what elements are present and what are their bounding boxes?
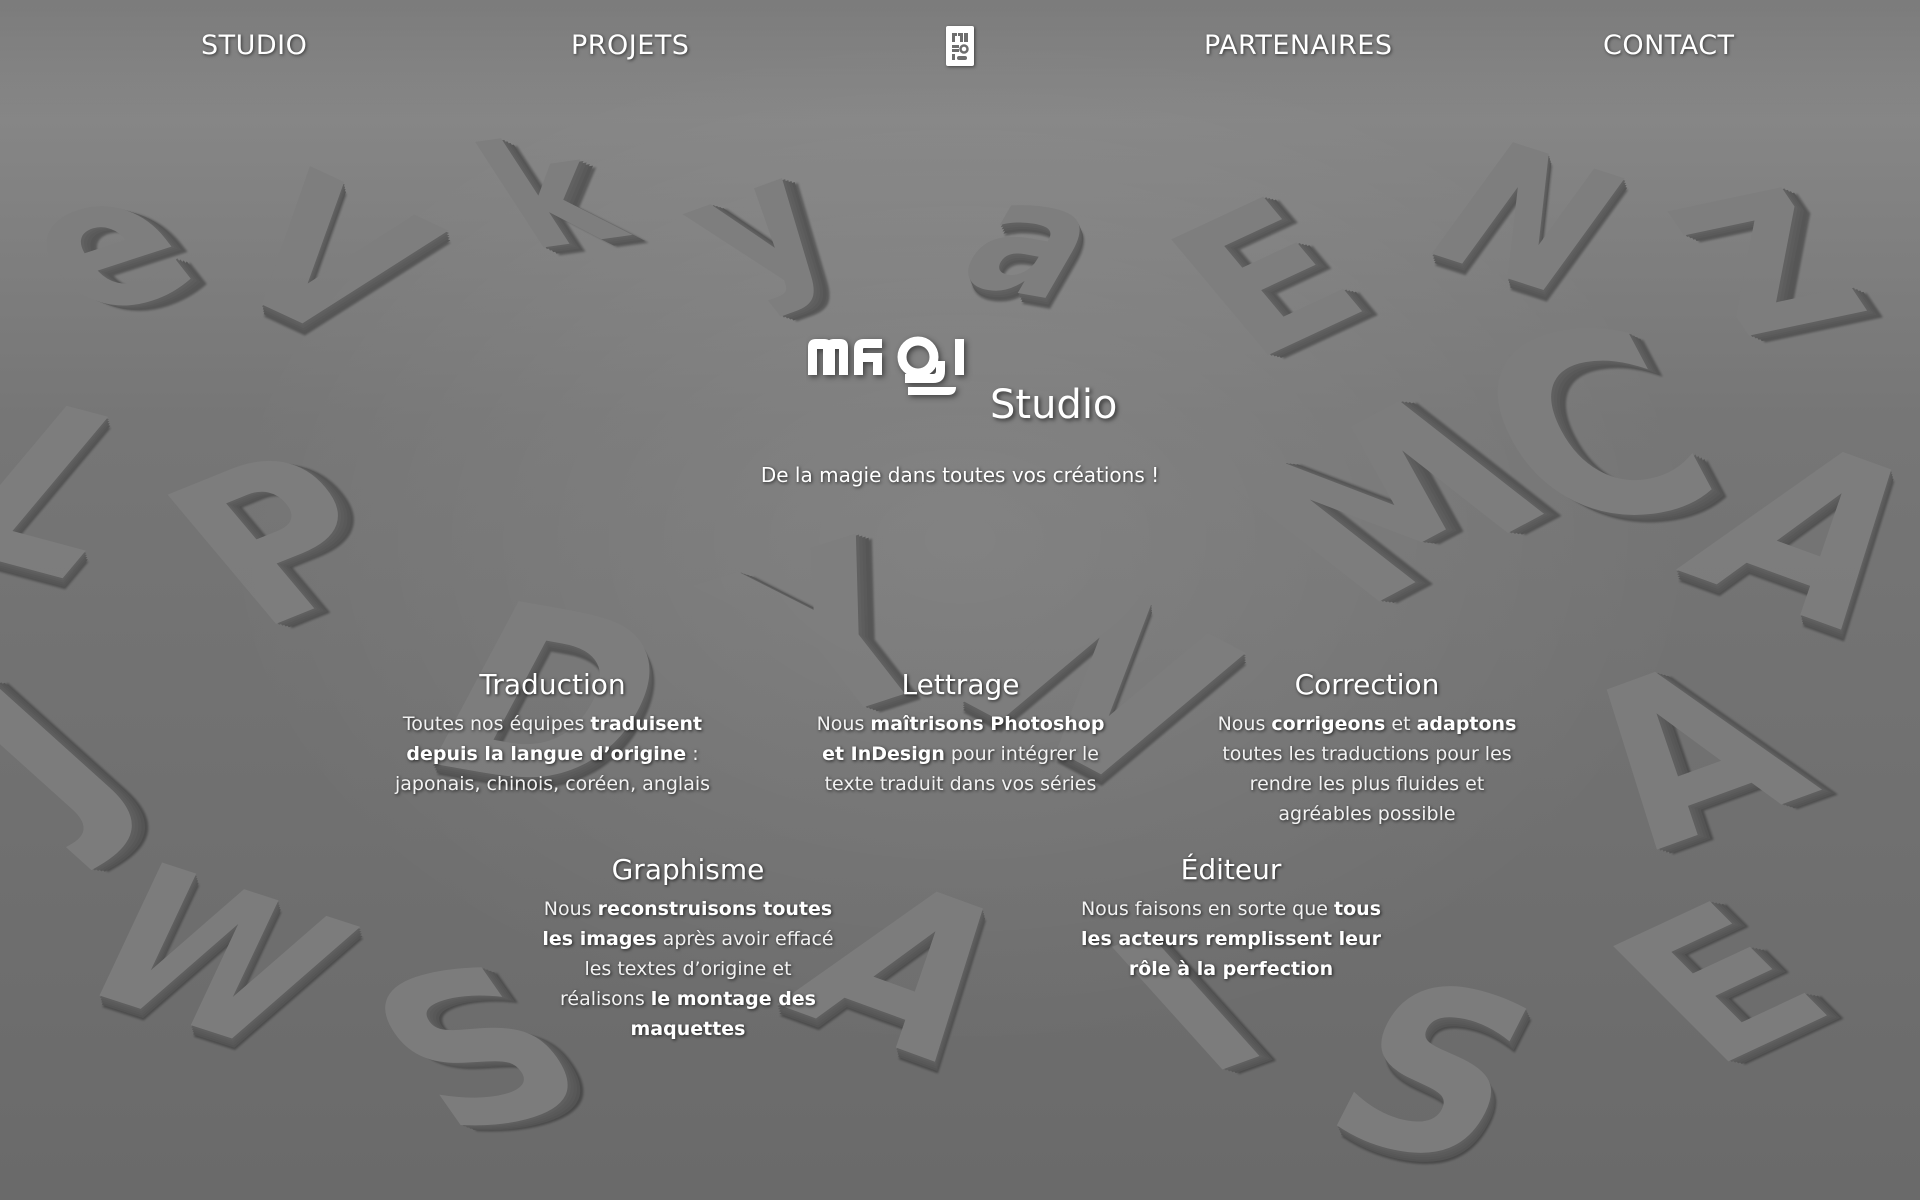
- magi-logo-mark-icon: [808, 336, 964, 395]
- service-editeur: Éditeur Nous faisons en sorte que tous l…: [1063, 853, 1399, 984]
- hero-subtitle: Studio: [990, 382, 1118, 428]
- text: Nous: [1217, 713, 1272, 735]
- text-strong: corrigeons: [1271, 713, 1386, 735]
- service-title: Lettrage: [901, 668, 1020, 701]
- service-graphisme: Graphisme Nous reconstruisons toutes les…: [540, 853, 836, 1044]
- text-strong: adaptons: [1416, 713, 1517, 735]
- text: Nous: [543, 898, 598, 920]
- service-title: Graphisme: [611, 853, 765, 886]
- service-title: Traduction: [479, 668, 626, 701]
- tagline: De la magie dans toutes vos créations !: [760, 463, 1160, 487]
- magi-logo: [806, 327, 976, 411]
- nav-partenaires[interactable]: PARTENAIRES: [1204, 30, 1392, 61]
- text: Nous: [816, 713, 871, 735]
- service-description: Nous faisons en sorte que tous les acteu…: [1063, 894, 1399, 984]
- service-description: Nous reconstruisons toutes les images ap…: [540, 894, 836, 1044]
- service-correction: Correction Nous corrigeons et adaptons t…: [1213, 668, 1521, 829]
- magi-mini-logo-icon: [952, 33, 969, 60]
- nav-logo-icon[interactable]: [946, 26, 974, 66]
- text: Toutes nos équipes: [402, 713, 591, 735]
- service-title: Éditeur: [1180, 853, 1282, 886]
- service-lettrage: Lettrage Nous maîtrisons Photoshop et In…: [808, 668, 1113, 799]
- text: toutes les traductions pour les rendre l…: [1222, 743, 1512, 825]
- text: et: [1385, 713, 1417, 735]
- service-description: Nous maîtrisons Photoshop et InDesign po…: [808, 709, 1113, 799]
- nav-projets[interactable]: PROJETS: [571, 30, 689, 61]
- service-description: Nous corrigeons et adaptons toutes les t…: [1213, 709, 1521, 829]
- text-strong: le montage des maquettes: [630, 988, 817, 1040]
- nav-contact[interactable]: CONTACT: [1603, 30, 1735, 61]
- service-title: Correction: [1294, 668, 1440, 701]
- page: e V k y a E N Z L P M C A J D Y N A W S …: [0, 0, 1920, 1200]
- service-traduction: Traduction Toutes nos équipes traduisent…: [380, 668, 725, 799]
- service-description: Toutes nos équipes traduisent depuis la …: [380, 709, 725, 799]
- nav-studio[interactable]: STUDIO: [201, 30, 307, 61]
- background-letters: e V k y a E N Z L P M C A J D Y N A W S …: [0, 107, 1920, 1200]
- text: Nous faisons en sorte que: [1080, 898, 1335, 920]
- main-nav: STUDIO PROJETS PARTENAIRES CONTACT: [0, 26, 1920, 70]
